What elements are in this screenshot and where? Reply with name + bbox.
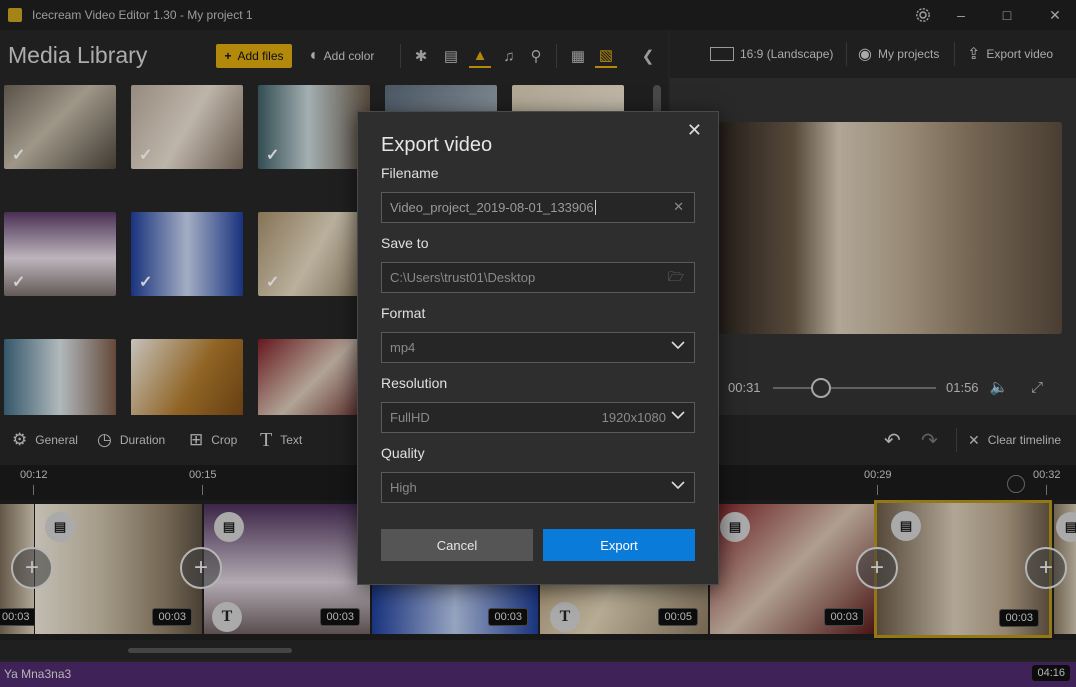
save-to-field[interactable]: C:\Users\trust01\Desktop 🗁 (381, 262, 695, 293)
save-to-label: Save to (381, 235, 429, 251)
resolution-detail: 1920x1080 (601, 410, 666, 425)
dialog-close-icon[interactable]: ✕ (687, 120, 702, 141)
text-cursor (594, 200, 596, 215)
filename-label: Filename (381, 165, 439, 181)
format-dropdown[interactable]: mp4 (381, 332, 695, 363)
filename-value: Video_project_2019-08-01_133906 (390, 200, 594, 215)
quality-label: Quality (381, 445, 425, 461)
export-video-dialog: Export video ✕ Filename Video_project_20… (357, 111, 719, 585)
quality-dropdown[interactable]: High (381, 472, 695, 503)
chevron-down-icon (671, 481, 685, 490)
resolution-label: Resolution (381, 375, 448, 391)
save-to-value: C:\Users\trust01\Desktop (390, 270, 536, 285)
chevron-down-icon (671, 341, 685, 350)
dialog-title: Export video (381, 134, 493, 156)
clear-field-icon[interactable]: ✕ (673, 199, 684, 215)
export-button[interactable]: Export (543, 529, 695, 561)
folder-icon[interactable]: 🗁 (668, 268, 684, 290)
format-value: mp4 (390, 340, 416, 355)
format-label: Format (381, 305, 426, 321)
chevron-down-icon (671, 411, 685, 420)
quality-value: High (390, 480, 417, 495)
resolution-dropdown[interactable]: FullHD 1920x1080 (381, 402, 695, 433)
filename-field[interactable]: Video_project_2019-08-01_133906 ✕ (381, 192, 695, 223)
cancel-button[interactable]: Cancel (381, 529, 533, 561)
resolution-value: FullHD (390, 410, 430, 425)
